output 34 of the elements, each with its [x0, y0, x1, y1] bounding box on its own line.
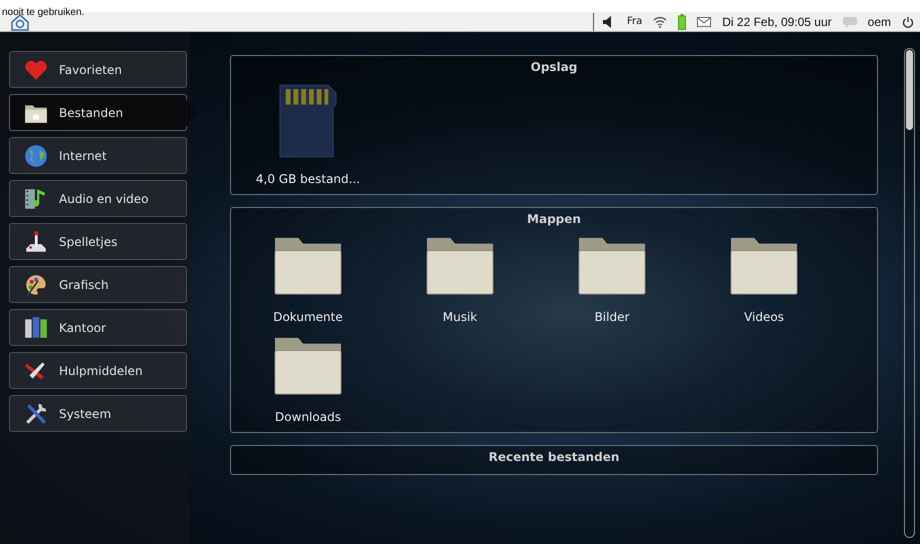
- sidebar-item[interactable]: Favorieten: [9, 51, 187, 88]
- sidebar-item[interactable]: Systeem: [9, 395, 187, 432]
- sidebar-item[interactable]: Grafisch: [9, 266, 187, 303]
- folder-icon[interactable]: [578, 236, 646, 296]
- item-label[interactable]: Downloads: [275, 410, 341, 424]
- item-label[interactable]: Musik: [442, 310, 478, 324]
- section-title: Opslag: [530, 60, 578, 74]
- sidebar-item[interactable]: Hulpmiddelen: [9, 352, 187, 389]
- wifi-icon[interactable]: [653, 16, 668, 28]
- item-label[interactable]: Bilder: [594, 310, 630, 324]
- folder-icon[interactable]: [274, 236, 342, 296]
- section-title: Mappen: [526, 212, 582, 226]
- scrollbar[interactable]: [904, 48, 915, 538]
- sidebar-item[interactable]: Audio en video: [9, 180, 187, 217]
- caption-text: nooit te gebruiken.: [1, 7, 84, 19]
- power-icon[interactable]: [902, 16, 914, 28]
- clock[interactable]: Di 22 Feb, 09:05 uur: [722, 14, 832, 28]
- keyboard-layout[interactable]: Fra: [626, 16, 642, 27]
- item-label[interactable]: Videos: [744, 310, 784, 324]
- battery-icon[interactable]: [678, 14, 686, 30]
- binders-icon: [23, 314, 49, 340]
- folder-icon[interactable]: [426, 236, 494, 296]
- item-label[interactable]: 4,0 GB bestand...: [256, 172, 360, 186]
- folder-icon[interactable]: [274, 336, 342, 396]
- sidebar-item[interactable]: Internet: [9, 137, 187, 174]
- sd-card-icon[interactable]: [279, 84, 337, 158]
- sidebar-item[interactable]: Kantoor: [9, 309, 187, 346]
- globe-icon: [23, 142, 49, 168]
- sidebar-item[interactable]: Spelletjes: [9, 223, 187, 260]
- item-label[interactable]: Dokumente: [273, 310, 343, 324]
- folder-icon[interactable]: [730, 236, 798, 296]
- section-title: Recente bestanden: [488, 450, 620, 464]
- user-name[interactable]: oem: [868, 14, 891, 28]
- mail-icon[interactable]: [697, 16, 712, 26]
